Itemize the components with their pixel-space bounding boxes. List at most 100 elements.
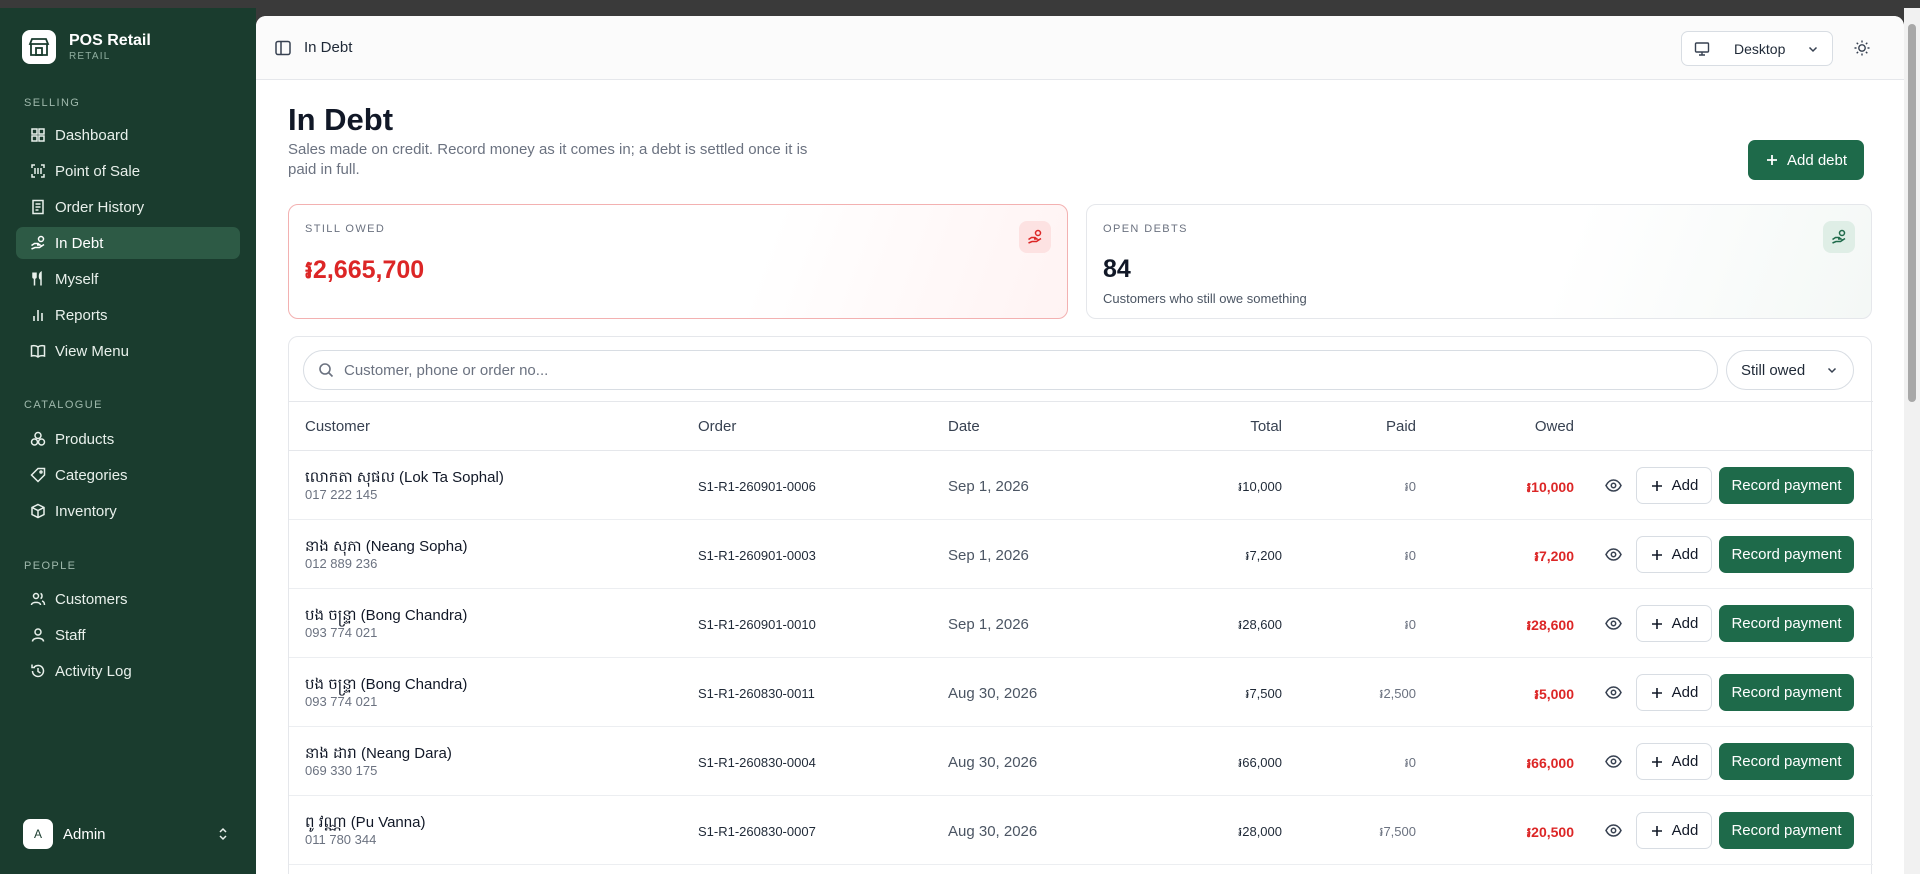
book-open-icon (30, 344, 46, 358)
sidebar-item-categories[interactable]: Categories (16, 459, 240, 491)
sidebar-item-label: Point of Sale (55, 162, 141, 180)
add-label: Add (1671, 822, 1699, 839)
sidebar-item-label: Customers (55, 590, 128, 608)
grid-icon (31, 128, 45, 142)
store-icon (22, 30, 56, 64)
sidebar-item-customers[interactable]: Customers (16, 583, 240, 615)
table-row[interactable]: ពូ វណ្ណា (Pu Vanna) 011 780 344 S1-R1-26… (289, 796, 1873, 865)
paid-amount: ៛0 (1404, 548, 1416, 563)
device-select[interactable]: Desktop (1681, 31, 1833, 66)
total-amount: ៛66,000 (1238, 755, 1282, 770)
brand[interactable]: POS Retail RETAIL (22, 30, 151, 64)
sidebar-item-in-debt[interactable]: In Debt (16, 227, 240, 259)
column-header-date[interactable]: Date (948, 418, 980, 435)
column-header-order[interactable]: Order (698, 418, 736, 435)
status-filter-select[interactable]: Still owed (1726, 350, 1854, 390)
main-content: In Debt Desktop In Debt Sales made on cr… (256, 16, 1904, 874)
sidebar-item-view-menu[interactable]: View Menu (16, 335, 240, 367)
add-charge-button[interactable]: Add (1636, 674, 1712, 711)
open-debts-value: 84 (1103, 255, 1131, 283)
owed-amount: ៛20,500 (1526, 824, 1574, 840)
eye-icon[interactable] (1605, 615, 1622, 632)
record-payment-button[interactable]: Record payment (1719, 812, 1854, 849)
plus-icon (1766, 155, 1777, 165)
table-row[interactable]: លោកតា សុផល (Lok Ta Sophal) 017 222 145 S… (289, 451, 1873, 520)
sidebar-item-activity-log[interactable]: Activity Log (16, 655, 240, 687)
add-charge-button[interactable]: Add (1636, 605, 1712, 642)
order-date: Aug 30, 2026 (948, 823, 1038, 840)
add-label: Add (1671, 546, 1699, 563)
sidebar-item-dashboard[interactable]: Dashboard (16, 119, 240, 151)
order-number: S1-R1-260901-0003 (698, 548, 816, 563)
sidebar-item-label: Reports (55, 306, 108, 324)
table-row[interactable]: បង ចន្ទ្រា (Bong Chandra) 093 774 021 S1… (289, 589, 1873, 658)
eye-icon[interactable] (1605, 546, 1622, 563)
eye-icon[interactable] (1605, 684, 1622, 701)
paid-amount: ៛7,500 (1379, 824, 1416, 839)
sidebar-item-label: Staff (55, 626, 86, 644)
user-menu[interactable]: A Admin (16, 813, 240, 855)
column-header-customer[interactable]: Customer (305, 418, 370, 435)
eye-icon[interactable] (1605, 477, 1622, 494)
table-row[interactable]: នាង សុភា (Neang Sopha) 012 889 236 S1-R1… (289, 520, 1873, 589)
record-payment-button[interactable]: Record payment (1719, 743, 1854, 780)
page-scrollbar[interactable] (1904, 8, 1920, 874)
customer-phone: 012 889 236 (305, 556, 378, 571)
search-box[interactable] (303, 350, 1718, 390)
user-name: Admin (63, 825, 106, 843)
column-header-total[interactable]: Total (1250, 418, 1282, 435)
sidebar-item-reports[interactable]: Reports (16, 299, 240, 331)
sidebar-item-products[interactable]: Products (16, 423, 240, 455)
add-charge-button[interactable]: Add (1636, 467, 1712, 504)
add-charge-button[interactable]: Add (1636, 743, 1712, 780)
sidebar-item-label: Activity Log (55, 662, 132, 680)
table-row[interactable]: បង ចន្ទ្រា (Bong Chandra) 093 774 021 S1… (289, 658, 1873, 727)
eye-icon[interactable] (1605, 753, 1622, 770)
sidebar-item-label: Products (55, 430, 115, 448)
record-payment-button[interactable]: Record payment (1719, 674, 1854, 711)
eye-icon[interactable] (1605, 822, 1622, 839)
package-icon (31, 503, 45, 519)
owed-amount: ៛7,200 (1534, 548, 1574, 564)
brand-subtitle: RETAIL (69, 50, 111, 62)
order-date: Sep 1, 2026 (948, 616, 1029, 633)
sidebar-item-label: View Menu (55, 342, 129, 360)
record-payment-button[interactable]: Record payment (1719, 605, 1854, 642)
scrollbar-thumb[interactable] (1908, 24, 1916, 402)
order-date: Aug 30, 2026 (948, 754, 1038, 771)
customer-phone: 017 222 145 (305, 487, 378, 502)
add-debt-button[interactable]: Add debt (1748, 140, 1864, 180)
card-label: STILL OWED (305, 223, 386, 235)
record-payment-button[interactable]: Record payment (1719, 536, 1854, 573)
brand-name: POS Retail (69, 31, 151, 49)
column-header-owed[interactable]: Owed (1535, 418, 1574, 435)
sidebar-item-point-of-sale[interactable]: Point of Sale (16, 155, 240, 187)
plus-icon (1651, 756, 1662, 767)
users-icon (30, 592, 46, 606)
search-input[interactable] (344, 361, 1644, 379)
sidebar-item-myself[interactable]: Myself (16, 263, 240, 295)
add-charge-button[interactable]: Add (1636, 812, 1712, 849)
chevron-down-icon (1827, 367, 1837, 374)
owed-amount: ៛66,000 (1526, 755, 1574, 771)
hand-coins-icon (1823, 221, 1855, 253)
tag-icon (30, 467, 46, 483)
sidebar-item-order-history[interactable]: Order History (16, 191, 240, 223)
history-icon (31, 664, 45, 678)
card-label: OPEN DEBTS (1103, 223, 1188, 235)
section-label-catalogue: CATALOGUE (24, 399, 103, 411)
sidebar-toggle-icon[interactable] (274, 39, 292, 57)
avatar: A (23, 819, 53, 849)
add-charge-button[interactable]: Add (1636, 536, 1712, 573)
table-row[interactable]: នាង ដារា (Neang Dara) 069 330 175 S1-R1-… (289, 727, 1873, 796)
column-header-paid[interactable]: Paid (1386, 418, 1416, 435)
sidebar-item-label: In Debt (55, 234, 104, 252)
paid-amount: ៛2,500 (1379, 686, 1416, 701)
chevron-down-icon (1808, 46, 1818, 52)
sidebar-item-inventory[interactable]: Inventory (16, 495, 240, 527)
record-payment-button[interactable]: Record payment (1719, 467, 1854, 504)
sun-icon[interactable] (1852, 38, 1872, 58)
total-amount: ៛7,500 (1245, 686, 1282, 701)
plus-icon (1651, 825, 1662, 836)
sidebar-item-staff[interactable]: Staff (16, 619, 240, 651)
